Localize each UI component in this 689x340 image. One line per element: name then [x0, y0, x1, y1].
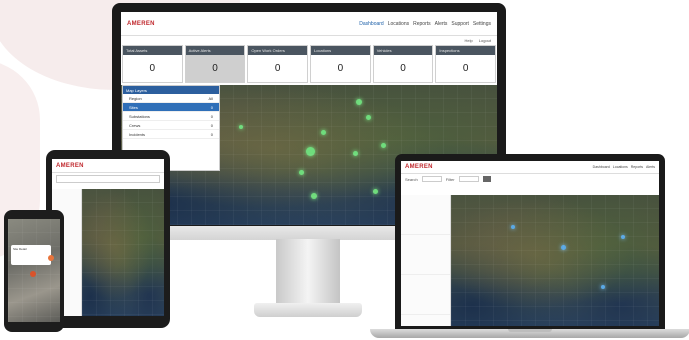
- nav-item[interactable]: Reports: [631, 165, 643, 169]
- kpi-value: 0: [337, 63, 344, 74]
- kpi-label: Open Work Orders: [248, 46, 308, 55]
- app-logo[interactable]: AMEREN: [127, 21, 155, 27]
- laptop-site-list[interactable]: [401, 195, 451, 326]
- map-marker[interactable]: [601, 285, 605, 289]
- kpi-value: 0: [212, 63, 218, 74]
- layer-row[interactable]: Substations 0: [123, 112, 219, 121]
- kpi-label: Vehicles: [373, 46, 433, 55]
- layer-row[interactable]: Crews 0: [123, 121, 219, 130]
- kpi-row: Total Assets 0 Active Alerts 0 Open Work O…: [121, 45, 497, 83]
- laptop-map[interactable]: [451, 195, 659, 326]
- map-marker[interactable]: [561, 245, 566, 250]
- map-marker[interactable]: [311, 193, 317, 199]
- main-nav: Dashboard Locations Reports Alerts Suppo…: [359, 21, 491, 27]
- map-marker[interactable]: [239, 125, 243, 129]
- nav-item[interactable]: Dashboard: [593, 165, 610, 169]
- laptop-nav: Dashboard Locations Reports Alerts: [593, 165, 655, 169]
- kpi-label: Inspections: [436, 46, 496, 55]
- tablet-logo[interactable]: AMEREN: [56, 163, 84, 169]
- location-pin-icon[interactable]: [30, 271, 36, 277]
- map-marker[interactable]: [381, 143, 386, 148]
- tablet-search-input[interactable]: [56, 175, 160, 183]
- nav-item-settings[interactable]: Settings: [473, 21, 491, 27]
- laptop-logo[interactable]: AMEREN: [405, 164, 433, 170]
- laptop-toolbar: Search Filter: [401, 174, 659, 184]
- app-header: AMEREN Dashboard Locations Reports Alert…: [121, 12, 497, 36]
- layer-label: Crews: [129, 123, 141, 128]
- kpi-card[interactable]: Vehicles 0: [372, 45, 434, 83]
- kpi-label: Active Alerts: [185, 46, 245, 55]
- layer-row[interactable]: Incidents 0: [123, 130, 219, 139]
- kpi-label: Total Assets: [123, 46, 182, 55]
- layer-count: 0: [210, 114, 213, 119]
- laptop-header: AMEREN Dashboard Locations Reports Alert…: [401, 161, 659, 174]
- phone-info-card[interactable]: Site Detail: [11, 245, 51, 265]
- list-item[interactable]: [401, 195, 450, 235]
- phone-screen: Site Detail: [8, 219, 60, 322]
- kpi-value: 0: [400, 63, 406, 74]
- layer-label: Region: [129, 96, 142, 101]
- layer-panel-title: Map Layers: [123, 86, 219, 94]
- kpi-card[interactable]: Inspections 0: [435, 45, 497, 83]
- nav-item-alerts[interactable]: Alerts: [435, 21, 448, 27]
- map-marker[interactable]: [356, 99, 362, 105]
- phone-card-text: Site Detail: [13, 247, 27, 251]
- nav-item-reports[interactable]: Reports: [413, 21, 431, 27]
- go-button[interactable]: [482, 176, 491, 182]
- tablet-device: AMEREN: [46, 150, 170, 328]
- layer-count: All: [208, 96, 213, 101]
- layer-label: Substations: [129, 114, 150, 119]
- kpi-card[interactable]: Locations 0: [310, 45, 371, 83]
- monitor-base: [254, 303, 362, 317]
- layer-row[interactable]: Region All: [123, 94, 219, 103]
- filter-label: Filter: [445, 176, 455, 182]
- map-marker[interactable]: [321, 130, 326, 135]
- kpi-card-selected[interactable]: Active Alerts 0: [184, 45, 246, 83]
- nav-item-locations[interactable]: Locations: [388, 21, 409, 27]
- filter-input[interactable]: [458, 176, 479, 182]
- map-marker[interactable]: [373, 189, 378, 194]
- kpi-value: 0: [462, 63, 469, 74]
- search-input[interactable]: [421, 176, 442, 182]
- search-label: Search: [405, 176, 418, 182]
- help-link[interactable]: Help: [465, 38, 473, 43]
- layer-row-selected[interactable]: Sites 0: [123, 103, 219, 112]
- laptop-device: AMEREN Dashboard Locations Reports Alert…: [395, 154, 665, 330]
- nav-item-support[interactable]: Support: [451, 21, 469, 27]
- nav-item[interactable]: Locations: [613, 165, 628, 169]
- phone-device: Site Detail: [4, 210, 64, 332]
- laptop-notch: [508, 329, 552, 332]
- kpi-card[interactable]: Open Work Orders 0: [247, 45, 309, 83]
- map-marker[interactable]: [621, 235, 625, 239]
- layer-count: 0: [210, 123, 213, 128]
- tablet-map[interactable]: [82, 189, 164, 316]
- list-item[interactable]: [401, 235, 450, 275]
- tablet-header: AMEREN: [52, 159, 164, 173]
- map-marker[interactable]: [366, 115, 371, 120]
- map-marker[interactable]: [299, 170, 304, 175]
- layer-count: 0: [210, 132, 213, 137]
- kpi-label: Locations: [311, 46, 370, 55]
- monitor-stand: [276, 239, 340, 305]
- laptop-screen: AMEREN Dashboard Locations Reports Alert…: [401, 161, 659, 326]
- kpi-value: 0: [274, 63, 281, 74]
- nav-item-dashboard[interactable]: Dashboard: [359, 21, 383, 27]
- layer-label: Sites: [129, 105, 138, 110]
- nav-item[interactable]: Alerts: [646, 165, 655, 169]
- map-marker[interactable]: [306, 147, 315, 156]
- list-item[interactable]: [401, 275, 450, 315]
- kpi-card[interactable]: Total Assets 0: [122, 45, 183, 83]
- layer-count: 0: [210, 105, 213, 110]
- location-pin-icon[interactable]: [48, 255, 54, 261]
- tablet-screen: AMEREN: [52, 159, 164, 316]
- map-marker[interactable]: [353, 151, 358, 156]
- map-marker[interactable]: [511, 225, 515, 229]
- layer-label: Incidents: [129, 132, 146, 137]
- kpi-value: 0: [149, 63, 156, 74]
- sub-nav: Help Logout: [121, 36, 497, 45]
- logout-link[interactable]: Logout: [479, 38, 491, 43]
